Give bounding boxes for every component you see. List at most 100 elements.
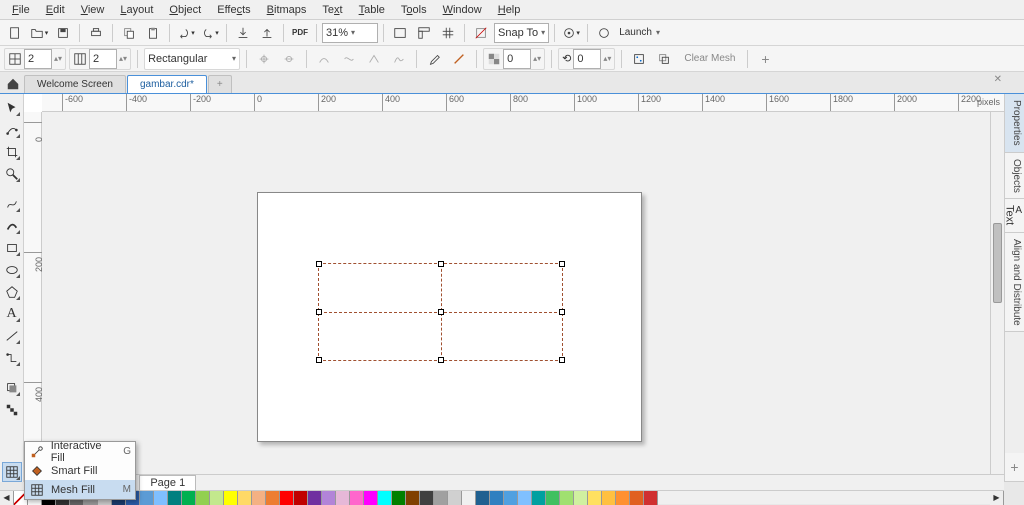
page-tab[interactable]: Page 1 bbox=[139, 475, 196, 491]
swatch[interactable] bbox=[532, 491, 546, 505]
swatch[interactable] bbox=[140, 491, 154, 505]
menu-object[interactable]: Object bbox=[161, 2, 209, 18]
swatch[interactable] bbox=[308, 491, 322, 505]
docker-align[interactable]: Align and Distribute bbox=[1005, 233, 1024, 333]
docker-properties[interactable]: Properties bbox=[1005, 94, 1024, 153]
copy-button[interactable] bbox=[118, 22, 140, 44]
crop-tool[interactable] bbox=[2, 142, 22, 162]
new-button[interactable] bbox=[4, 22, 26, 44]
menu-effects[interactable]: Effects bbox=[209, 2, 258, 18]
curve-tool-3[interactable] bbox=[363, 48, 385, 70]
swatch[interactable] bbox=[294, 491, 308, 505]
launch-button[interactable] bbox=[593, 22, 615, 44]
transparency-tool[interactable] bbox=[2, 400, 22, 420]
swatch[interactable] bbox=[266, 491, 280, 505]
publish-pdf-button[interactable]: PDF bbox=[289, 22, 311, 44]
add-property-button[interactable]: + bbox=[754, 48, 776, 70]
swatch[interactable] bbox=[490, 491, 504, 505]
swatch[interactable] bbox=[448, 491, 462, 505]
menu-tools[interactable]: Tools bbox=[393, 2, 435, 18]
swatch[interactable] bbox=[210, 491, 224, 505]
show-grid-button[interactable] bbox=[437, 22, 459, 44]
vertical-scrollbar[interactable] bbox=[990, 112, 1004, 482]
flyout-interactive-fill[interactable]: Interactive FillG bbox=[25, 442, 135, 461]
vertical-ruler[interactable]: 0200400 bbox=[24, 112, 42, 482]
menu-layout[interactable]: Layout bbox=[112, 2, 161, 18]
curve-tool-2[interactable] bbox=[338, 48, 360, 70]
zoom-tool[interactable] bbox=[2, 164, 22, 184]
swatch[interactable] bbox=[252, 491, 266, 505]
flyout-mesh-fill[interactable]: Mesh FillM bbox=[25, 480, 135, 499]
swatch[interactable] bbox=[420, 491, 434, 505]
swatch[interactable] bbox=[364, 491, 378, 505]
swatch[interactable] bbox=[546, 491, 560, 505]
menu-table[interactable]: Table bbox=[351, 2, 393, 18]
grid-rows-cols-2[interactable]: 2 ▴▾ bbox=[69, 48, 131, 70]
page-canvas[interactable] bbox=[257, 192, 642, 442]
swatch[interactable] bbox=[280, 491, 294, 505]
parallel-dim-tool[interactable] bbox=[2, 326, 22, 346]
close-icon[interactable]: ✕ bbox=[994, 74, 1002, 85]
home-icon[interactable] bbox=[4, 75, 22, 93]
smooth-mesh-button[interactable] bbox=[628, 48, 650, 70]
connector-tool[interactable] bbox=[2, 348, 22, 368]
artistic-media-tool[interactable] bbox=[2, 216, 22, 236]
tab-document[interactable]: gambar.cdr* bbox=[127, 75, 207, 93]
mesh-fill-object[interactable] bbox=[318, 263, 563, 361]
paste-button[interactable] bbox=[142, 22, 164, 44]
transparency-spinner[interactable]: 0 ▴▾ bbox=[483, 48, 545, 70]
swatch[interactable] bbox=[630, 491, 644, 505]
docker-add[interactable]: + bbox=[1005, 453, 1024, 482]
menu-help[interactable]: Help bbox=[490, 2, 529, 18]
swatch[interactable] bbox=[238, 491, 252, 505]
curve-tool-1[interactable] bbox=[313, 48, 335, 70]
launch-label[interactable]: Launch bbox=[617, 27, 654, 38]
line-button[interactable] bbox=[448, 48, 470, 70]
swatch[interactable] bbox=[588, 491, 602, 505]
delete-node-button[interactable] bbox=[278, 48, 300, 70]
snap-off-button[interactable] bbox=[470, 22, 492, 44]
interactive-fill-tool[interactable] bbox=[2, 462, 22, 482]
print-button[interactable] bbox=[85, 22, 107, 44]
zoom-dropdown[interactable]: 31%▾ bbox=[322, 23, 378, 43]
selection-shape-dropdown[interactable]: Rectangular▾ bbox=[144, 48, 240, 70]
swatch[interactable] bbox=[378, 491, 392, 505]
add-node-button[interactable] bbox=[253, 48, 275, 70]
export-button[interactable] bbox=[256, 22, 278, 44]
text-tool[interactable]: A bbox=[2, 304, 22, 324]
swatch[interactable] bbox=[616, 491, 630, 505]
swatch[interactable] bbox=[644, 491, 658, 505]
docker-objects[interactable]: Objects bbox=[1005, 153, 1024, 200]
pick-tool[interactable] bbox=[2, 98, 22, 118]
copy-mesh-button[interactable] bbox=[653, 48, 675, 70]
show-rulers-button[interactable] bbox=[413, 22, 435, 44]
import-button[interactable] bbox=[232, 22, 254, 44]
docker-text[interactable]: AText bbox=[1005, 199, 1024, 232]
swatch[interactable] bbox=[182, 491, 196, 505]
fullscreen-button[interactable] bbox=[389, 22, 411, 44]
drop-shadow-tool[interactable] bbox=[2, 378, 22, 398]
swatch[interactable] bbox=[392, 491, 406, 505]
swatch[interactable] bbox=[154, 491, 168, 505]
swatch[interactable] bbox=[518, 491, 532, 505]
swatch[interactable] bbox=[336, 491, 350, 505]
open-button[interactable]: ▾ bbox=[28, 22, 50, 44]
swatch[interactable] bbox=[322, 491, 336, 505]
swatch[interactable] bbox=[196, 491, 210, 505]
menu-text[interactable]: Text bbox=[314, 2, 350, 18]
rectangle-tool[interactable] bbox=[2, 238, 22, 258]
menu-file[interactable]: FFileile bbox=[4, 2, 38, 18]
horizontal-ruler[interactable]: pixels -600-400-200020040060080010001200… bbox=[42, 94, 1004, 112]
menu-edit[interactable]: Edit bbox=[38, 2, 73, 18]
swatch[interactable] bbox=[434, 491, 448, 505]
menu-bitmaps[interactable]: Bitmaps bbox=[259, 2, 315, 18]
menu-view[interactable]: View bbox=[73, 2, 113, 18]
workspace[interactable] bbox=[42, 112, 1004, 482]
swatch[interactable] bbox=[224, 491, 238, 505]
swatch[interactable] bbox=[462, 491, 476, 505]
curve-tool-4[interactable] bbox=[388, 48, 410, 70]
clear-mesh-button[interactable]: Clear Mesh bbox=[678, 53, 741, 64]
undo-button[interactable]: ▾ bbox=[175, 22, 197, 44]
menu-window[interactable]: Window bbox=[435, 2, 490, 18]
shape-tool[interactable] bbox=[2, 120, 22, 140]
